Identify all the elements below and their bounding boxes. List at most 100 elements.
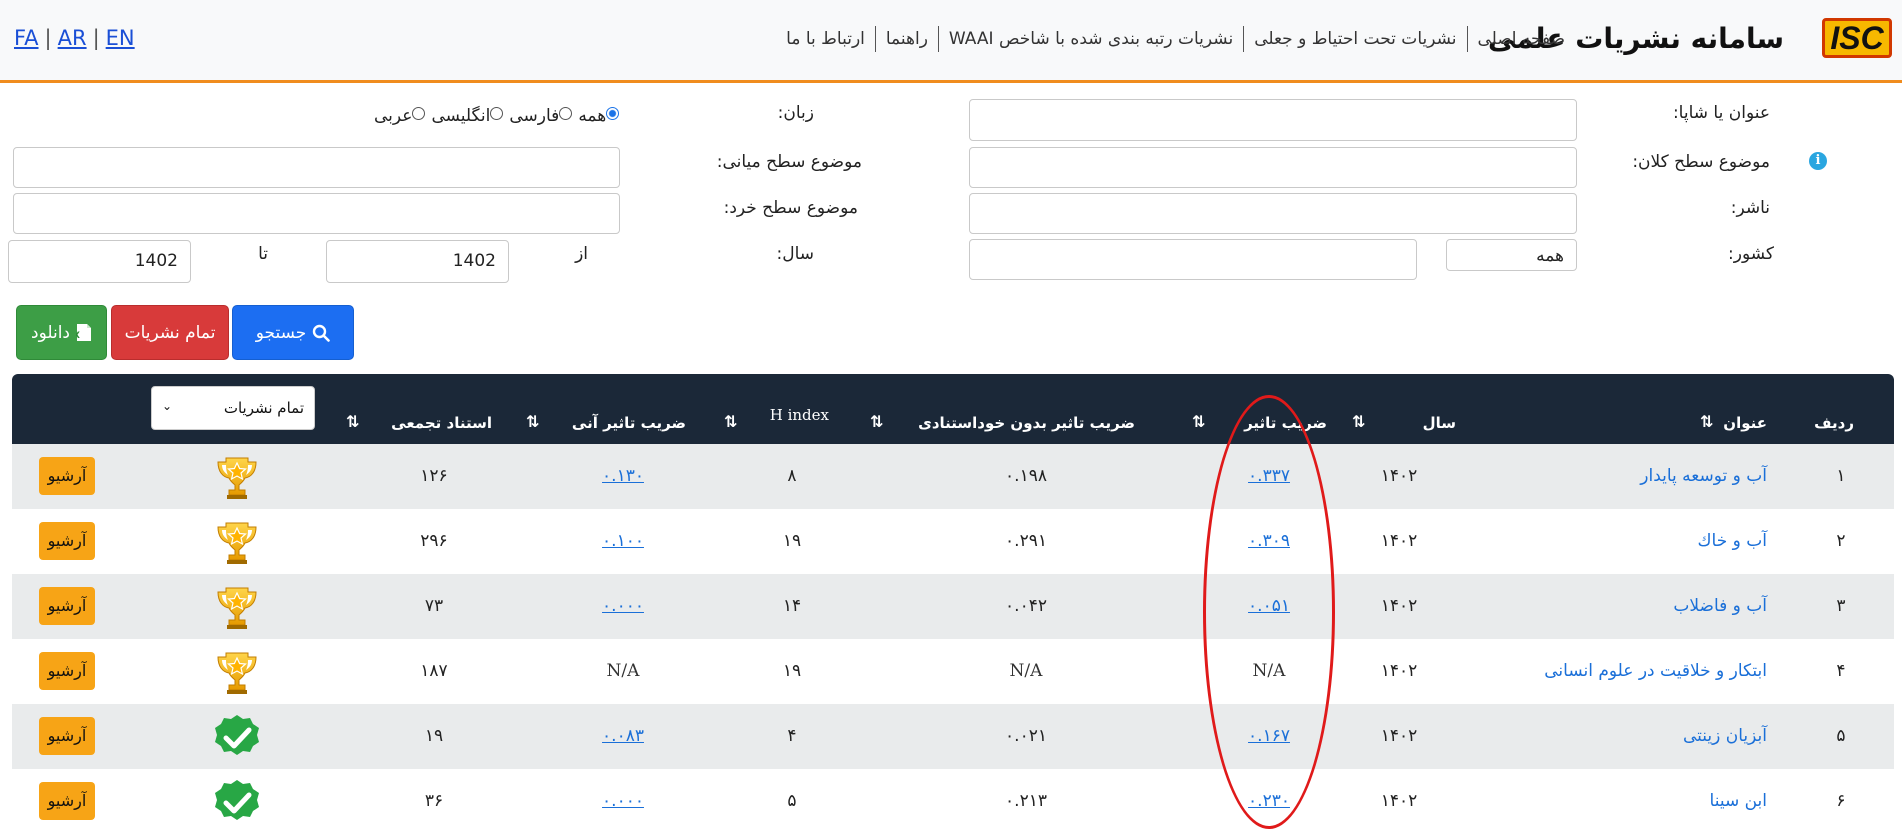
lang-fa-link[interactable]: FA [14, 26, 39, 50]
search-button-label: جستجو [255, 322, 307, 343]
row-number: ۳ [1836, 596, 1846, 616]
download-button-label: دانلود [31, 322, 71, 343]
svg-text:X: X [76, 331, 80, 341]
language-option-label: انگلیسی [431, 106, 491, 126]
nav-waai-ranked[interactable]: نشریات رتبه بندی شده با شاخص WAAI [939, 29, 1243, 49]
language-option-label: فارسی [509, 106, 560, 126]
archive-button[interactable]: آرشیو [39, 522, 95, 560]
citations-value: ۱۸۷ [420, 661, 448, 681]
if-no-self-value: N/A [1009, 661, 1043, 681]
title-issn-input[interactable] [969, 99, 1577, 141]
archive-button[interactable]: آرشیو [39, 652, 95, 690]
impact-factor-value[interactable]: ۰.۰۵۱ [1248, 574, 1290, 639]
impact-factor-value[interactable]: ۰.۳۳۷ [1248, 444, 1290, 509]
col-immediacy-index[interactable]: ضریب تاثیر آنی [572, 414, 686, 432]
row-number: ۵ [1836, 726, 1846, 746]
nav-home[interactable]: صفحه اصلی [1468, 29, 1575, 49]
search-button[interactable]: جستجو [232, 305, 354, 360]
immediacy-value[interactable]: ۰.۱۰۰ [602, 509, 644, 574]
trophy-icon [212, 647, 262, 697]
col-year[interactable]: سال [1423, 414, 1456, 432]
year-value: ۱۴۰۲ [1380, 466, 1418, 486]
search-icon [313, 324, 331, 342]
language-radio-arabic[interactable] [412, 106, 426, 120]
immediacy-value[interactable]: ۰.۱۳۰ [602, 444, 644, 509]
all-journals-button[interactable]: تمام نشریات [111, 305, 229, 360]
if-no-self-value: ۰.۰۴۲ [1005, 596, 1047, 616]
micro-subject-input[interactable] [13, 193, 620, 234]
nav-divider [1466, 26, 1468, 52]
col-row-no: ردیف [1814, 414, 1854, 432]
isc-logo[interactable]: ISC [1822, 18, 1892, 58]
archive-button[interactable]: آرشیو [39, 782, 95, 820]
country-text-input[interactable] [969, 239, 1417, 280]
col-cumulative-citations[interactable]: استناد تجمعی [391, 414, 492, 432]
country-select[interactable]: همه [1446, 239, 1577, 271]
h-index-value: ۱۹ [782, 531, 802, 551]
citations-value: ۱۲۶ [420, 466, 448, 486]
year-from-input[interactable]: 1402 [326, 240, 509, 283]
sort-citations-icon[interactable]: ⇅ [346, 412, 359, 431]
journal-filter-value: تمام نشریات [223, 399, 304, 417]
journal-title-link[interactable]: ابن سینا [1710, 769, 1767, 834]
journal-title-link[interactable]: آب و فاضلاب [1673, 574, 1767, 639]
macro-subject-label: موضوع سطح کلان: [1632, 152, 1770, 172]
if-no-self-value: ۰.۲۹۱ [1005, 531, 1047, 551]
year-value: ۱۴۰۲ [1380, 531, 1418, 551]
immediacy-value: N/A [606, 661, 640, 681]
sort-year-icon[interactable]: ⇅ [1352, 412, 1365, 431]
journal-title-link[interactable]: آبزیان زینتی [1683, 704, 1767, 769]
impact-factor-value[interactable]: ۰.۱۶۷ [1248, 704, 1290, 769]
col-impact-factor[interactable]: ضریب تاثیر [1244, 414, 1327, 432]
title-issn-label: عنوان یا شاپا: [1672, 103, 1770, 123]
nav-suspicious-journals[interactable]: نشریات تحت احتیاط و جعلی [1244, 29, 1466, 49]
citations-value: ۲۹۶ [420, 531, 448, 551]
year-to-input[interactable]: 1402 [8, 240, 191, 283]
impact-factor-value[interactable]: ۰.۲۳۰ [1248, 769, 1290, 834]
archive-button[interactable]: آرشیو [39, 587, 95, 625]
immediacy-value[interactable]: ۰.۰۰۰ [602, 769, 644, 834]
download-button[interactable]: X دانلود [16, 305, 107, 360]
year-value: ۱۴۰۲ [1380, 726, 1418, 746]
immediacy-value[interactable]: ۰.۰۸۳ [602, 704, 644, 769]
language-switcher: FA | AR | EN [14, 26, 135, 50]
language-radio-persian[interactable] [559, 106, 573, 120]
sort-immediacy-icon[interactable]: ⇅ [526, 412, 539, 431]
if-no-self-value: ۰.۱۹۸ [1005, 466, 1047, 486]
row-number: ۱ [1836, 466, 1846, 486]
year-label: سال: [776, 244, 814, 264]
sort-if-no-self-icon[interactable]: ⇅ [870, 412, 883, 431]
archive-button[interactable]: آرشیو [39, 717, 95, 755]
immediacy-value[interactable]: ۰.۰۰۰ [602, 574, 644, 639]
journal-title-link[interactable]: آب و توسعه پایدار [1640, 444, 1767, 509]
h-index-value: ۱۹ [782, 661, 802, 681]
lang-ar-link[interactable]: AR [58, 26, 87, 50]
mid-subject-label: موضوع سطح میانی: [716, 152, 862, 172]
sort-title-icon[interactable]: ⇅ [1700, 412, 1713, 431]
language-radio-english[interactable] [490, 106, 504, 120]
info-icon[interactable]: i [1809, 152, 1827, 170]
lang-en-link[interactable]: EN [106, 26, 135, 50]
journal-title-link[interactable]: آب و خاك [1698, 509, 1767, 574]
nav-contact[interactable]: ارتباط با ما [776, 29, 875, 49]
col-h-index[interactable]: H index [770, 406, 829, 424]
sort-h-index-icon[interactable]: ⇅ [724, 412, 737, 431]
journal-filter-select[interactable]: تمام نشریات ⌄ [151, 386, 315, 430]
impact-factor-value[interactable]: ۰.۳۰۹ [1248, 509, 1290, 574]
year-value: ۱۴۰۲ [1380, 661, 1418, 681]
h-index-value: ۱۴ [782, 596, 802, 616]
h-index-value: ۴ [787, 726, 797, 746]
publisher-input[interactable] [969, 193, 1577, 234]
h-index-value: ۸ [787, 466, 797, 486]
language-radio-all[interactable] [606, 106, 620, 120]
nav-help[interactable]: راهنما [876, 29, 938, 49]
archive-button[interactable]: آرشیو [39, 457, 95, 495]
publisher-label: ناشر: [1730, 198, 1770, 218]
mid-subject-input[interactable] [13, 147, 620, 188]
trophy-icon [212, 517, 262, 567]
sort-impact-factor-icon[interactable]: ⇅ [1192, 412, 1205, 431]
macro-subject-input[interactable] [969, 147, 1577, 188]
table-row: ۱ آب و توسعه پایدار ۱۴۰۲ ۰.۳۳۷ ۰.۱۹۸ ۸ ۰.۱۳۰ ۱۲… [12, 444, 1894, 509]
journal-title-link[interactable]: ابتکار و خلاقیت در علوم انسانی [1544, 639, 1767, 704]
col-title[interactable]: عنوان [1723, 414, 1767, 432]
